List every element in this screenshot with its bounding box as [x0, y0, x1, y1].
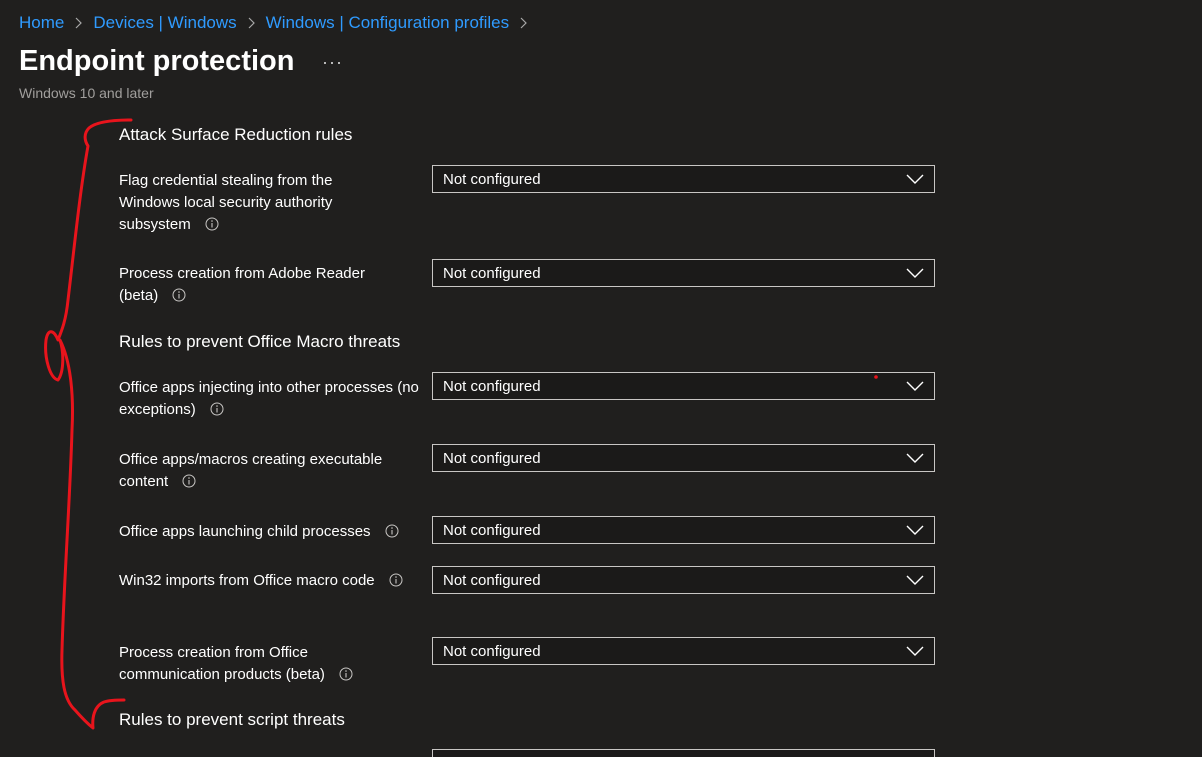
- select-value: Not configured: [443, 522, 541, 539]
- select-office-executable[interactable]: Not configured: [432, 444, 935, 472]
- setting-label-text: Win32 imports from Office macro code: [119, 572, 375, 589]
- select-value: Not configured: [443, 265, 541, 282]
- select-value: Not configured: [443, 572, 541, 589]
- select-win32-imports[interactable]: Not configured: [432, 566, 935, 594]
- chevron-down-icon: [906, 646, 924, 656]
- setting-label-office-communication: Process creation from Office communicati…: [119, 642, 399, 686]
- info-circle-icon[interactable]: [389, 573, 403, 587]
- info-circle-icon[interactable]: [182, 474, 196, 488]
- chevron-down-icon: [906, 268, 924, 278]
- chevron-down-icon: [906, 174, 924, 184]
- select-office-communication[interactable]: Not configured: [432, 637, 935, 665]
- breadcrumb: Home Devices | Windows Windows | Configu…: [19, 12, 538, 34]
- setting-label-win32-imports: Win32 imports from Office macro code: [119, 570, 409, 592]
- breadcrumb-home[interactable]: Home: [19, 13, 64, 33]
- select-office-injecting[interactable]: Not configured: [432, 372, 935, 400]
- setting-label-text: Office apps/macros creating executable c…: [119, 451, 383, 490]
- info-circle-icon[interactable]: [339, 667, 353, 681]
- setting-label-text: Process creation from Adobe Reader (beta…: [119, 265, 365, 304]
- chevron-right-icon: [248, 17, 255, 29]
- info-circle-icon[interactable]: [205, 217, 219, 231]
- chevron-down-icon: [906, 575, 924, 585]
- page: Home Devices | Windows Windows | Configu…: [0, 0, 1202, 757]
- page-title: Endpoint protection: [19, 45, 295, 77]
- select-credential-stealing[interactable]: Not configured: [432, 165, 935, 193]
- setting-label-text: Process creation from Office communicati…: [119, 644, 325, 683]
- chevron-right-icon: [520, 17, 527, 29]
- select-value: Not configured: [443, 450, 541, 467]
- chevron-down-icon: [906, 381, 924, 391]
- select-value: Not configured: [443, 378, 541, 395]
- setting-label-text: Flag credential stealing from the Window…: [119, 172, 333, 233]
- setting-label-office-executable: Office apps/macros creating executable c…: [119, 449, 414, 493]
- setting-label-office-injecting: Office apps injecting into other process…: [119, 377, 424, 421]
- select-value: Not configured: [443, 643, 541, 660]
- page-subtitle: Windows 10 and later: [19, 85, 154, 101]
- select-value: Not configured: [443, 171, 541, 188]
- breadcrumb-devices-windows[interactable]: Devices | Windows: [93, 13, 236, 33]
- info-circle-icon[interactable]: [172, 288, 186, 302]
- select-next-setting[interactable]: [432, 749, 935, 757]
- chevron-down-icon: [906, 525, 924, 535]
- select-adobe-reader[interactable]: Not configured: [432, 259, 935, 287]
- section-heading-asr: Attack Surface Reduction rules: [119, 125, 353, 144]
- info-circle-icon[interactable]: [210, 402, 224, 416]
- more-options-button[interactable]: ···: [322, 52, 343, 73]
- breadcrumb-configuration-profiles[interactable]: Windows | Configuration profiles: [266, 13, 509, 33]
- section-heading-script: Rules to prevent script threats: [119, 710, 345, 729]
- setting-label-office-child-processes: Office apps launching child processes: [119, 521, 429, 543]
- chevron-down-icon: [906, 453, 924, 463]
- setting-label-text: Office apps launching child processes: [119, 523, 371, 540]
- chevron-right-icon: [75, 17, 83, 29]
- setting-label-credential-stealing: Flag credential stealing from the Window…: [119, 170, 364, 236]
- setting-label-adobe-reader: Process creation from Adobe Reader (beta…: [119, 263, 399, 307]
- select-office-child-processes[interactable]: Not configured: [432, 516, 935, 544]
- section-heading-macro: Rules to prevent Office Macro threats: [119, 332, 401, 351]
- info-circle-icon[interactable]: [385, 524, 399, 538]
- setting-label-text: Office apps injecting into other process…: [119, 379, 419, 418]
